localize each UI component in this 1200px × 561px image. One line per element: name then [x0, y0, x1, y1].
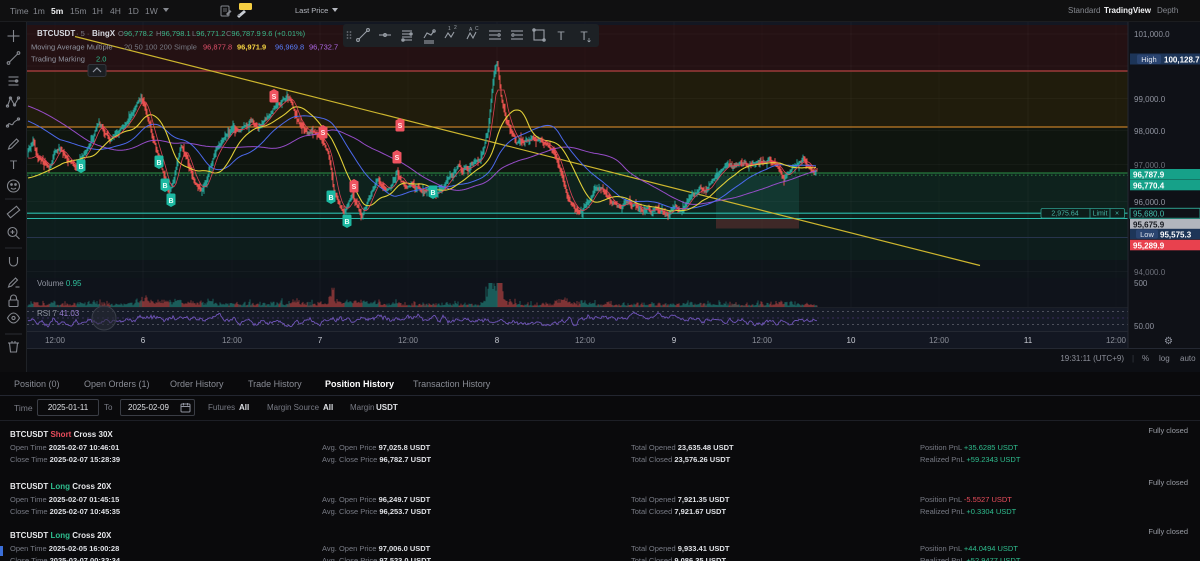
- svg-text:High: High: [1141, 55, 1156, 64]
- svg-text:95,289.9: 95,289.9: [1133, 241, 1165, 250]
- svg-text:12:00: 12:00: [1106, 336, 1127, 345]
- svg-text:12:00: 12:00: [222, 336, 243, 345]
- svg-text:Volume 0.95: Volume 0.95: [37, 279, 82, 288]
- svg-text:95,675.9: 95,675.9: [1133, 221, 1165, 230]
- svg-text:94,000.0: 94,000.0: [1134, 268, 1166, 277]
- svg-text:96,877.8: 96,877.8: [203, 43, 232, 52]
- svg-text:2: 2: [454, 25, 457, 31]
- svg-text:O96,778.2: O96,778.2: [118, 29, 153, 38]
- svg-text:Moving Average Multiple: Moving Average Multiple: [31, 43, 113, 52]
- svg-text:96,969.8: 96,969.8: [275, 43, 304, 52]
- svg-text:96,000.0: 96,000.0: [1134, 198, 1166, 207]
- svg-text:98,000.0: 98,000.0: [1134, 127, 1166, 136]
- svg-text:C: C: [475, 26, 479, 32]
- svg-text:97,000.0: 97,000.0: [1134, 161, 1166, 170]
- svg-text:⚙: ⚙: [1164, 336, 1173, 347]
- svg-text:12:00: 12:00: [398, 336, 419, 345]
- svg-text:99,000.0: 99,000.0: [1134, 95, 1166, 104]
- svg-text:log: log: [1159, 354, 1170, 363]
- svg-text:96,770.4: 96,770.4: [1133, 181, 1165, 190]
- svg-text:500: 500: [1134, 279, 1148, 288]
- svg-text:L96,771.2: L96,771.2: [192, 29, 225, 38]
- svg-text:12:00: 12:00: [45, 336, 66, 345]
- svg-text:96,971.9: 96,971.9: [237, 43, 266, 52]
- svg-text:B: B: [162, 183, 167, 190]
- svg-text:S: S: [398, 123, 403, 130]
- svg-text:9.6 (+0.01%): 9.6 (+0.01%): [262, 29, 306, 38]
- svg-text:6: 6: [141, 336, 146, 345]
- svg-text:2.0: 2.0: [96, 55, 106, 64]
- svg-text:2,975.64: 2,975.64: [1051, 211, 1078, 218]
- svg-text:95,680.0: 95,680.0: [1133, 210, 1165, 219]
- svg-text:BTCUSDT: BTCUSDT: [37, 29, 75, 38]
- svg-text:B: B: [344, 219, 349, 226]
- svg-text:S: S: [352, 184, 357, 191]
- svg-text:S: S: [321, 130, 326, 137]
- svg-text:|: |: [1132, 354, 1134, 363]
- svg-text:B: B: [430, 190, 435, 197]
- svg-text:RSI 7 41.03: RSI 7 41.03: [37, 309, 80, 318]
- svg-text:· 5 ·: · 5 ·: [76, 29, 89, 38]
- svg-text:10: 10: [847, 336, 856, 345]
- svg-text:H96,798.1: H96,798.1: [156, 29, 191, 38]
- svg-text:1: 1: [448, 26, 451, 32]
- svg-text:101,000.0: 101,000.0: [1134, 30, 1170, 39]
- svg-text:B: B: [156, 160, 161, 167]
- svg-text:12:00: 12:00: [929, 336, 950, 345]
- svg-text:7: 7: [318, 336, 323, 345]
- svg-text:BingX: BingX: [92, 29, 116, 38]
- svg-text:T: T: [10, 158, 18, 172]
- svg-text:9: 9: [672, 336, 677, 345]
- svg-text:20 50 100 200 Simple: 20 50 100 200 Simple: [124, 43, 197, 52]
- svg-text:96,732.7: 96,732.7: [309, 43, 338, 52]
- svg-text:auto: auto: [1180, 354, 1196, 363]
- svg-text:B: B: [78, 164, 83, 171]
- svg-text:%: %: [1142, 354, 1149, 363]
- svg-text:100,128.7: 100,128.7: [1164, 56, 1200, 65]
- svg-text:C96,787.9: C96,787.9: [226, 29, 261, 38]
- svg-text:8: 8: [495, 336, 500, 345]
- svg-text:95,575.3: 95,575.3: [1160, 230, 1192, 239]
- svg-text:12:00: 12:00: [575, 336, 596, 345]
- svg-text:Trading Marking: Trading Marking: [31, 55, 85, 64]
- svg-text:T: T: [580, 29, 588, 43]
- svg-text:×: ×: [1115, 211, 1119, 218]
- svg-text:50.00: 50.00: [1134, 322, 1155, 331]
- svg-text:S: S: [395, 155, 400, 162]
- svg-text:S: S: [272, 94, 277, 101]
- svg-text:B: B: [328, 195, 333, 202]
- svg-text:19:31:11 (UTC+9): 19:31:11 (UTC+9): [1060, 354, 1124, 363]
- svg-text:B: B: [168, 198, 173, 205]
- svg-text:T: T: [557, 29, 565, 43]
- svg-text:Limit: Limit: [1093, 211, 1108, 218]
- svg-text:96,787.9: 96,787.9: [1133, 171, 1165, 180]
- svg-text:12:00: 12:00: [752, 336, 773, 345]
- svg-text:Low: Low: [1140, 230, 1154, 239]
- svg-text:11: 11: [1024, 336, 1033, 345]
